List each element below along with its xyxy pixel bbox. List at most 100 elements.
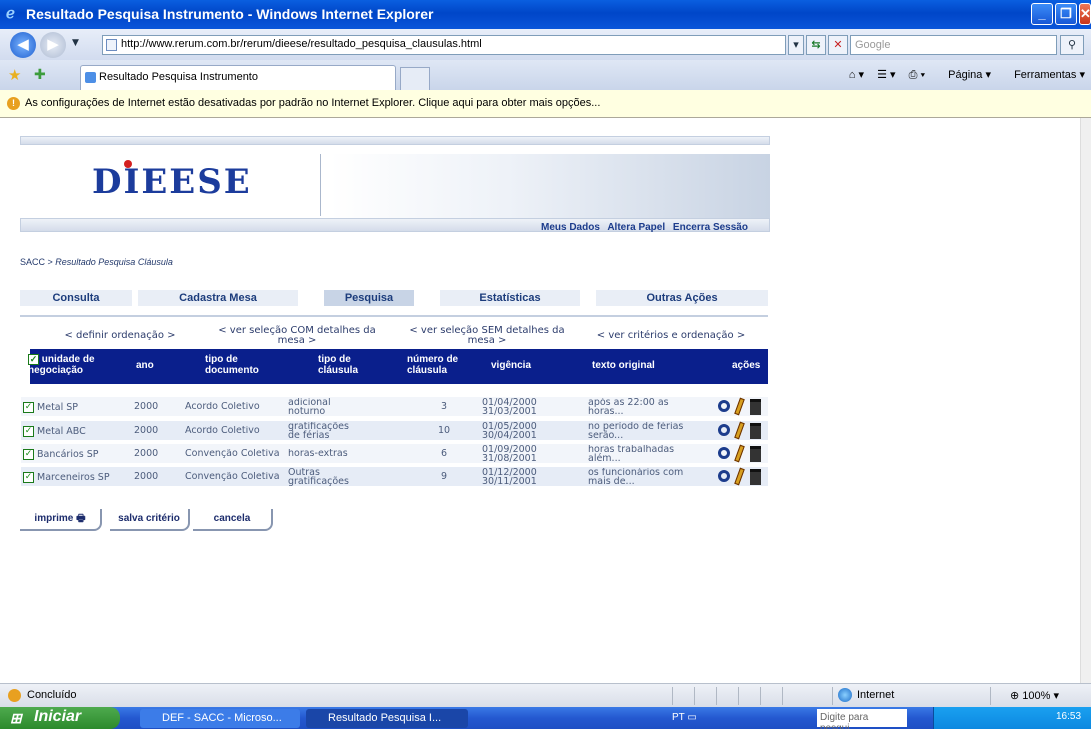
encerra-sessao-link[interactable]: Encerra Sessão [673,222,748,233]
address-url: http://www.rerum.com.br/rerum/dieese/res… [121,38,482,50]
altera-papel-link[interactable]: Altera Papel [607,222,665,233]
row-documento: Acordo Coletivo [185,402,260,411]
address-input[interactable]: http://www.rerum.com.br/rerum/dieese/res… [102,35,786,55]
row-ano: 2000 [134,472,159,481]
vertical-scrollbar[interactable] [1080,118,1091,683]
print-icon[interactable]: ⎙ ▾ [909,69,925,81]
col-tipo-clausula[interactable]: tipo de cláusula [318,354,378,376]
ver-criterios-link[interactable]: < ver critérios e ordenação > [580,331,762,341]
row-actions [718,421,768,440]
row-documento: Convenção Coletiva [185,472,280,481]
row-checkbox[interactable]: ✓ [23,472,34,483]
tab-resultado[interactable]: Resultado Pesquisa Instrumento [80,65,396,90]
forward-button[interactable]: ▶ [40,32,66,58]
view-icon[interactable] [718,424,730,436]
ie-icon: ℯ [6,5,15,22]
row-unidade: ✓ Metal SP [23,402,79,413]
page-icon [106,39,117,51]
command-bar: ⌂ ▾ ☰ ▾ ⎙ ▾ Página ▾ Ferramentas ▾ [839,68,1085,82]
address-dropdown-button[interactable]: ▾ [788,35,804,55]
meus-dados-link[interactable]: Meus Dados [541,222,600,233]
status-text: Concluído [27,689,77,701]
menu-outras-acoes[interactable]: Outras Ações [596,290,768,306]
feeds-icon[interactable]: ☰ ▾ [877,69,895,81]
table-row[interactable]: ✓ Metal ABC 2000 Acordo Coletivo gratifi… [21,421,768,440]
menu-estatisticas[interactable]: Estatísticas [440,290,580,306]
add-favorite-icon[interactable]: ✚ [34,66,46,83]
close-button[interactable]: ✕ [1079,3,1091,25]
row-unidade: ✓ Metal ABC [23,426,86,437]
ver-sem-detalhes-link[interactable]: < ver seleção SEM detalhes da mesa > [398,326,576,346]
view-icon[interactable] [718,447,730,459]
information-bar[interactable]: ! As configurações de Internet estão des… [0,90,1091,118]
delete-trash-icon[interactable] [750,469,761,485]
new-tab-button[interactable] [400,67,430,90]
row-numero: 3 [441,402,448,411]
back-button[interactable]: ◀ [10,32,36,58]
globe-icon [838,688,852,702]
stop-button[interactable]: ✕ [828,35,848,55]
col-unidade[interactable]: ✓ unidade de negociação [28,354,118,376]
table-row[interactable]: ✓ Bancários SP 2000 Convenção Coletiva h… [21,444,768,463]
row-numero: 10 [438,426,451,435]
row-numero: 9 [441,472,448,481]
imprime-button[interactable]: imprime 🖶 [20,509,102,531]
col-numero[interactable]: número de cláusula [407,354,477,376]
tools-menu[interactable]: Ferramentas ▾ [1004,69,1085,81]
definir-ordenacao-link[interactable]: < definir ordenação > [50,331,190,341]
history-dropdown-icon[interactable]: ▼ [72,38,79,48]
row-checkbox[interactable]: ✓ [23,426,34,437]
system-tray: 16:53 [933,707,1091,729]
edit-pencil-icon[interactable] [734,397,745,416]
start-button[interactable]: ⊞ Iniciar [0,707,120,729]
edit-pencil-icon[interactable] [734,467,745,486]
delete-trash-icon[interactable] [750,399,761,415]
menu-consulta[interactable]: Consulta [20,290,132,306]
search-icon[interactable]: ⚲ [1060,35,1084,55]
row-vigencia: 01/05/2000 30/04/2001 [482,422,537,440]
taskbar-search-input[interactable]: Digite para pesqui... [817,709,907,729]
header-banner [330,154,770,218]
salva-criterio-button[interactable]: salva critério [110,509,190,531]
col-vigencia[interactable]: vigência [491,360,531,371]
status-bar: Concluído Internet ⊕ 100% ▾ [0,683,1091,707]
window-titlebar[interactable]: ℯ Resultado Pesquisa Instrumento - Windo… [0,0,1091,29]
edit-pencil-icon[interactable] [734,444,745,463]
menu-cadastra-mesa[interactable]: Cadastra Mesa [138,290,298,306]
window-title: Resultado Pesquisa Instrumento - Windows… [26,6,434,22]
edit-pencil-icon[interactable] [734,421,745,440]
ver-com-detalhes-link[interactable]: < ver seleção COM detalhes da mesa > [208,326,386,346]
col-ano[interactable]: ano [136,360,154,371]
row-checkbox[interactable]: ✓ [23,402,34,413]
refresh-button[interactable]: ⇆ [806,35,826,55]
menu-pesquisa[interactable]: Pesquisa [324,290,414,306]
language-indicator[interactable]: PT ▭ [672,712,697,723]
delete-trash-icon[interactable] [750,446,761,462]
view-icon[interactable] [718,470,730,482]
select-all-checkbox[interactable]: ✓ [28,354,39,365]
taskbar-item-resultado[interactable]: Resultado Pesquisa I... [306,709,468,728]
table-row[interactable]: ✓ Marceneiros SP 2000 Convenção Coletiva… [21,467,768,486]
zoom-control[interactable]: ⊕ 100% ▾ [1010,689,1059,702]
row-clausula: Outras gratificações [288,468,349,486]
table-row[interactable]: ✓ Metal SP 2000 Acordo Coletivo adiciona… [21,397,768,416]
tab-favicon [85,72,96,83]
status-page-icon [8,689,21,702]
favorites-star-icon[interactable]: ★ [8,66,21,84]
col-tipo-documento[interactable]: tipo de documento [205,354,285,376]
row-numero: 6 [441,449,448,458]
taskbar-item-def-sacc[interactable]: DEF - SACC - Microso... [140,709,300,728]
minimize-button[interactable]: _ [1031,3,1053,25]
col-texto-original[interactable]: texto original [592,360,655,371]
page-menu[interactable]: Página ▾ [938,69,991,81]
row-checkbox[interactable]: ✓ [23,449,34,460]
clock[interactable]: 16:53 [1056,711,1081,722]
cancela-button[interactable]: cancela [193,509,273,531]
maximize-button[interactable]: ❐ [1055,3,1077,25]
search-input[interactable]: Google [850,35,1057,55]
breadcrumb-root[interactable]: SACC > [20,257,55,267]
delete-trash-icon[interactable] [750,423,761,439]
home-icon[interactable]: ⌂ ▾ [849,69,864,81]
view-icon[interactable] [718,400,730,412]
menu-divider [20,315,768,317]
